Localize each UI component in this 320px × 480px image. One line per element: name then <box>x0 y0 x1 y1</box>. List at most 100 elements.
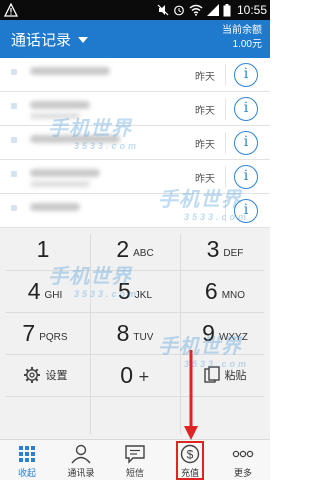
key-digit: 8 <box>116 319 130 346</box>
contact-name-redacted <box>30 101 90 109</box>
call-type-icon <box>11 205 17 211</box>
contact-number-redacted <box>30 181 90 187</box>
call-log-row[interactable]: 昨天 i <box>0 126 270 160</box>
bottom-tab-bar: 收起 通讯录 短信 $ 充值 更多 <box>0 439 270 480</box>
divider <box>225 132 226 154</box>
info-icon[interactable]: i <box>234 165 258 189</box>
sms-icon <box>125 445 145 464</box>
settings-button[interactable]: 设置 <box>0 354 90 396</box>
annotation-arrow <box>184 350 198 440</box>
key-digit: 7 <box>22 319 36 346</box>
key-digit: 0 <box>120 361 134 388</box>
key-digit: 2 <box>116 235 130 262</box>
key-digit: 4 <box>27 277 41 304</box>
key-digit: 3 <box>206 235 220 262</box>
key-5[interactable]: 5 JKL <box>90 270 180 312</box>
paste-icon <box>203 366 220 383</box>
divider <box>225 166 226 188</box>
key-2[interactable]: 2 ABC <box>90 228 180 270</box>
call-log-row[interactable]: i <box>0 194 270 228</box>
call-type-icon <box>11 69 17 75</box>
contact-name-redacted <box>30 67 110 75</box>
caret-down-icon <box>78 36 89 43</box>
key-8[interactable]: 8 TUV <box>90 312 180 354</box>
paste-label: 粘贴 <box>224 369 247 382</box>
key-letters: PQRS <box>39 331 68 343</box>
balance-label: 当前余额 <box>222 25 262 36</box>
svg-text:$: $ <box>187 448 194 462</box>
key-digit: 5 <box>117 277 131 304</box>
wifi-icon <box>189 4 203 16</box>
app-header: 通话记录 当前余额 1.00元 <box>0 20 270 58</box>
tab-label: 更多 <box>233 469 252 479</box>
call-time: 昨天 <box>195 106 215 117</box>
divider <box>6 396 264 397</box>
contacts-icon <box>71 444 91 464</box>
key-4[interactable]: 4 GHI <box>0 270 90 312</box>
call-log-row[interactable]: 昨天 i <box>0 92 270 126</box>
battery-icon <box>223 3 231 16</box>
info-icon[interactable]: i <box>234 63 258 87</box>
tab-sms[interactable]: 短信 <box>108 440 162 480</box>
tab-recharge[interactable]: $ 充值 <box>175 440 205 480</box>
key-letters: TUV <box>133 331 154 343</box>
call-time: 昨天 <box>195 72 215 83</box>
tab-more[interactable]: 更多 <box>216 440 270 480</box>
key-letters: WXYZ <box>218 331 248 343</box>
key-1[interactable]: 1 <box>0 228 90 270</box>
call-log-row[interactable]: 昨天 i <box>0 58 270 92</box>
call-log-dropdown[interactable]: 通话记录 <box>11 29 89 50</box>
signal-icon <box>206 4 219 16</box>
contact-number-redacted <box>30 113 80 119</box>
info-icon[interactable]: i <box>234 97 258 121</box>
dialpad: 1 2 ABC 3 DEF 4 GHI 5 JKL 6 MNO 7 PQRS 8 <box>0 228 270 439</box>
dialpad-grid-icon <box>19 446 35 462</box>
call-time: 昨天 <box>195 174 215 185</box>
call-type-icon <box>11 137 17 143</box>
mute-icon <box>157 4 169 16</box>
status-bar: 10:55 <box>0 0 270 20</box>
more-icon <box>232 450 254 458</box>
contact-name-redacted <box>30 135 120 143</box>
contact-name-redacted <box>30 169 100 177</box>
key-letters: JKL <box>134 289 153 301</box>
key-9[interactable]: 9 WXYZ <box>180 312 270 354</box>
recharge-icon: $ <box>180 444 200 464</box>
divider <box>225 98 226 120</box>
alarm-icon <box>174 5 184 16</box>
key-plus: + <box>138 369 150 385</box>
call-type-icon <box>11 171 17 177</box>
app-screen: 10:55 通话记录 当前余额 1.00元 昨天 i 昨天 i 昨天 i 昨天 … <box>0 0 270 480</box>
page-title: 通话记录 <box>11 31 72 49</box>
tab-label: 收起 <box>17 469 36 479</box>
key-3[interactable]: 3 DEF <box>180 228 270 270</box>
key-digit: 9 <box>202 319 215 346</box>
tab-collapse[interactable]: 收起 <box>0 440 54 480</box>
call-time: 昨天 <box>195 140 215 151</box>
contact-name-redacted <box>30 203 80 211</box>
gear-icon <box>23 367 40 383</box>
tab-label: 充值 <box>180 469 199 479</box>
info-icon[interactable]: i <box>234 131 258 155</box>
settings-label: 设置 <box>45 369 68 382</box>
key-digit: 6 <box>204 277 218 304</box>
divider <box>225 64 226 86</box>
key-7[interactable]: 7 PQRS <box>0 312 90 354</box>
key-letters: DEF <box>223 247 244 259</box>
call-type-icon <box>11 103 17 109</box>
key-letters: ABC <box>133 247 154 259</box>
tab-label: 通讯录 <box>67 469 95 479</box>
divider <box>225 200 226 222</box>
call-log-row[interactable]: 昨天 i <box>0 160 270 194</box>
key-0[interactable]: 0 + <box>90 354 180 396</box>
warning-icon <box>4 3 18 17</box>
info-icon[interactable]: i <box>234 199 258 223</box>
key-digit: 1 <box>36 235 50 262</box>
call-log-list: 昨天 i 昨天 i 昨天 i 昨天 i i <box>0 58 270 228</box>
tab-contacts[interactable]: 通讯录 <box>54 440 108 480</box>
key-6[interactable]: 6 MNO <box>180 270 270 312</box>
clock: 10:55 <box>236 3 267 17</box>
key-letters: MNO <box>221 289 246 301</box>
tab-label: 短信 <box>125 469 144 479</box>
balance-display[interactable]: 当前余额 1.00元 <box>222 24 262 52</box>
